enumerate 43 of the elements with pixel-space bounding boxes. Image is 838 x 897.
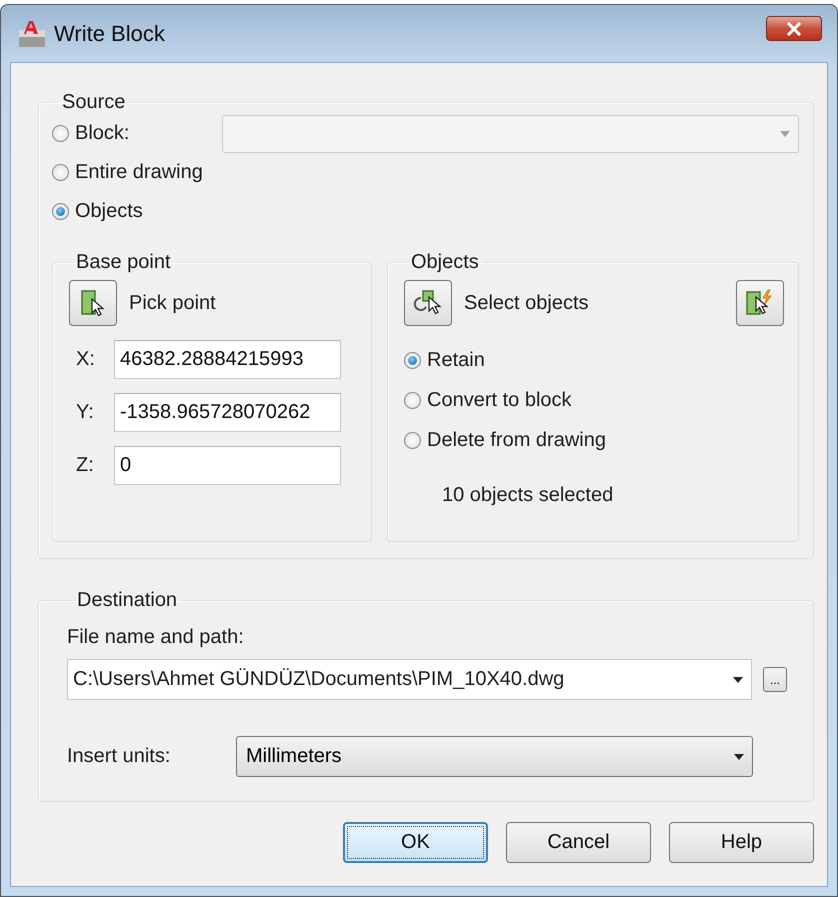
app-icon [18,20,46,48]
radio-label[interactable]: Retain [427,348,485,372]
radio-label[interactable]: Block: [75,122,130,145]
dialog-button[interactable]: Help [669,822,814,863]
radio-label[interactable]: Entire drawing [75,161,203,184]
dialog-button[interactable]: OK [343,822,488,863]
field-label: Insert units: [67,745,172,768]
quick-select-button[interactable] [736,280,784,326]
radio-button[interactable] [404,392,421,408]
radio-label[interactable]: Delete from drawing [427,428,606,452]
radio-button[interactable] [404,432,421,448]
radio-label[interactable]: Convert to block [427,388,572,412]
radio-button[interactable] [52,125,69,142]
caret-icon [734,754,744,760]
coordinate-field[interactable]: 0 [114,446,341,485]
file-path-dropdown[interactable]: C:\Users\Ahmet GÜNDÜZ\Documents\PIM_10X40.dwg [67,659,752,700]
group-title: Source [61,91,126,114]
pick-point-label[interactable]: Pick point [129,292,216,314]
caret-icon [780,130,790,136]
coordinate-field[interactable]: -1358.965728070262 [114,393,341,432]
radio-label[interactable]: Objects [75,200,143,223]
select-objects-label[interactable]: Select objects [464,292,589,314]
group-title: Base point [75,251,172,274]
selection-count: 10 objects selected [442,484,614,507]
caret-icon [733,676,743,682]
coordinate-label: Y: [76,401,95,424]
radio-button[interactable] [52,203,69,220]
close-icon [786,22,802,36]
browse-button[interactable]: ... [763,667,787,692]
close-button[interactable] [766,16,822,41]
pick-point-button[interactable] [69,280,117,326]
group-title: Destination [76,589,178,612]
window-title: Write Block [54,20,166,46]
coordinate-label: Z: [76,454,95,477]
units-dropdown[interactable]: Millimeters [236,736,753,777]
select-objects-button[interactable] [404,280,452,326]
radio-button[interactable] [52,164,69,181]
radio-button[interactable] [404,352,421,368]
group-title: Objects [410,251,480,274]
coordinate-label: X: [76,348,96,371]
coordinate-field[interactable]: 46382.28884215993 [114,340,341,379]
dialog-button[interactable]: Cancel [506,822,651,863]
field-label: File name and path: [67,626,245,649]
